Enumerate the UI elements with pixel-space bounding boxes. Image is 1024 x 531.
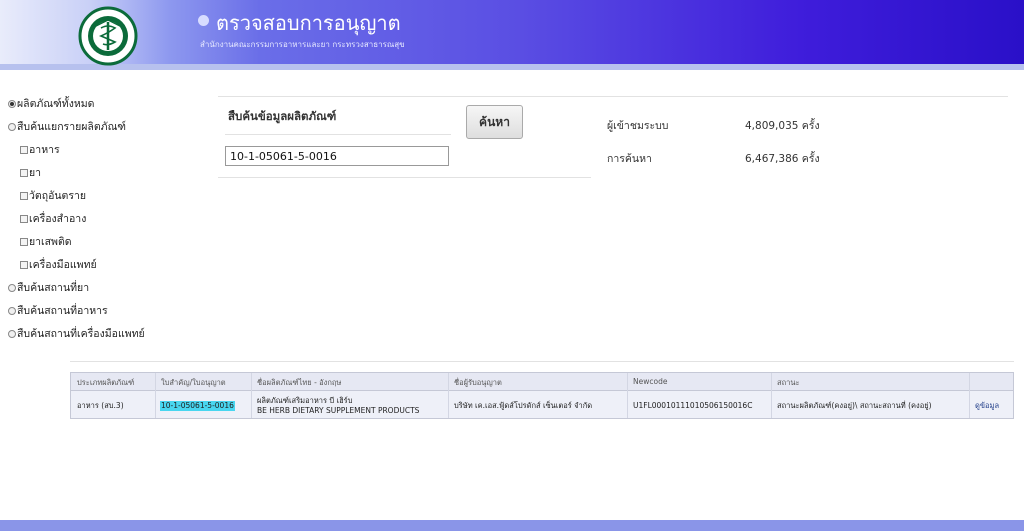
searches-label: การค้นหา [607, 153, 652, 165]
search-section-title: สืบค้นข้อมูลผลิตภัณฑ์ [228, 109, 337, 123]
column-header: ใบสำคัญ/ใบอนุญาต [161, 378, 226, 387]
column-divider [627, 373, 628, 418]
ministry-logo [78, 6, 138, 66]
results-table: ประเภทผลิตภัณฑ์ ใบสำคัญ/ใบอนุญาต ชื่อผลิ… [70, 372, 1014, 419]
radio-icon[interactable] [8, 122, 16, 131]
divider [70, 361, 1014, 362]
license-search-input[interactable] [225, 146, 449, 166]
column-header: ประเภทผลิตภัณฑ์ [77, 378, 135, 387]
column-header: Newcode [633, 377, 668, 386]
cell-product-name-en: BE HERB DIETARY SUPPLEMENT PRODUCTS [257, 406, 420, 415]
view-details-link[interactable]: ดูข้อมูล [975, 401, 999, 411]
column-divider [448, 373, 449, 418]
page-subtitle: สำนักงานคณะกรรมการอาหารและยา กระทรวงสาธา… [200, 40, 405, 49]
column-header: ชื่อผู้รับอนุญาต [454, 378, 502, 387]
sidebar-item-medical-devices[interactable]: เครื่องมือแพทย์ [20, 256, 97, 273]
checkbox-icon[interactable] [20, 214, 28, 223]
checkbox-icon[interactable] [20, 191, 28, 200]
sidebar-item-food-places[interactable]: สืบค้นสถานที่อาหาร [8, 302, 108, 319]
cell-product-name-th: ผลิตภัณฑ์เสริมอาหาร บี เฮิร์บ [257, 396, 353, 405]
sidebar-item-hazardous[interactable]: วัตถุอันตราย [20, 187, 86, 204]
cell-status: สถานะผลิตภัณฑ์(คงอยู่)\ สถานะสถานที่ (คง… [777, 401, 932, 410]
sidebar-item-drug[interactable]: ยา [20, 164, 41, 181]
sidebar-item-search-by-product[interactable]: สืบค้นแยกรายผลิตภัณฑ์ [8, 118, 126, 135]
column-header: ชื่อผลิตภัณฑ์ไทย - อังกฤษ [257, 378, 342, 387]
title-bullet-icon [198, 15, 209, 26]
cell-newcode: U1FL00010111010506150016C [633, 401, 753, 410]
visitors-label: ผู้เข้าชมระบบ [607, 120, 669, 132]
sidebar-item-cosmetics[interactable]: เครื่องสำอาง [20, 210, 86, 227]
search-button[interactable]: ค้นหา [466, 105, 523, 139]
column-divider [969, 373, 970, 418]
radio-icon[interactable] [8, 99, 16, 108]
cell-licensee: บริษัท เค.เอส.ฟู้ดส์โปรดักส์ เซ็นเตอร์ จ… [454, 401, 593, 410]
divider [218, 96, 1008, 97]
footer-bar [0, 520, 1024, 531]
divider [218, 177, 591, 178]
visitors-value: 4,809,035 ครั้ง [745, 120, 820, 132]
radio-icon[interactable] [8, 283, 16, 292]
cell-license-number: 10-1-05061-5-0016 [160, 401, 235, 411]
header-banner [0, 0, 1024, 64]
radio-icon[interactable] [8, 306, 16, 315]
sidebar-item-narcotics[interactable]: ยาเสพติด [20, 233, 72, 250]
column-header: สถานะ [777, 378, 800, 387]
checkbox-icon[interactable] [20, 237, 28, 246]
column-divider [251, 373, 252, 418]
checkbox-icon[interactable] [20, 145, 28, 154]
radio-icon[interactable] [8, 329, 16, 338]
sidebar-item-food[interactable]: อาหาร [20, 141, 60, 158]
checkbox-icon[interactable] [20, 168, 28, 177]
column-divider [771, 373, 772, 418]
divider [225, 134, 451, 135]
sidebar-item-drug-places[interactable]: สืบค้นสถานที่ยา [8, 279, 89, 296]
checkbox-icon[interactable] [20, 260, 28, 269]
sidebar-item-all-products[interactable]: ผลิตภัณฑ์ทั้งหมด [8, 95, 95, 112]
searches-value: 6,467,386 ครั้ง [745, 153, 820, 165]
sidebar-item-device-places[interactable]: สืบค้นสถานที่เครื่องมือแพทย์ [8, 325, 145, 342]
column-divider [155, 373, 156, 418]
results-header: ประเภทผลิตภัณฑ์ ใบสำคัญ/ใบอนุญาต ชื่อผลิ… [71, 373, 1013, 391]
cell-product-type: อาหาร (สบ.3) [77, 401, 124, 410]
page-title: ตรวจสอบการอนุญาต [216, 11, 401, 35]
header-divider [0, 64, 1024, 70]
